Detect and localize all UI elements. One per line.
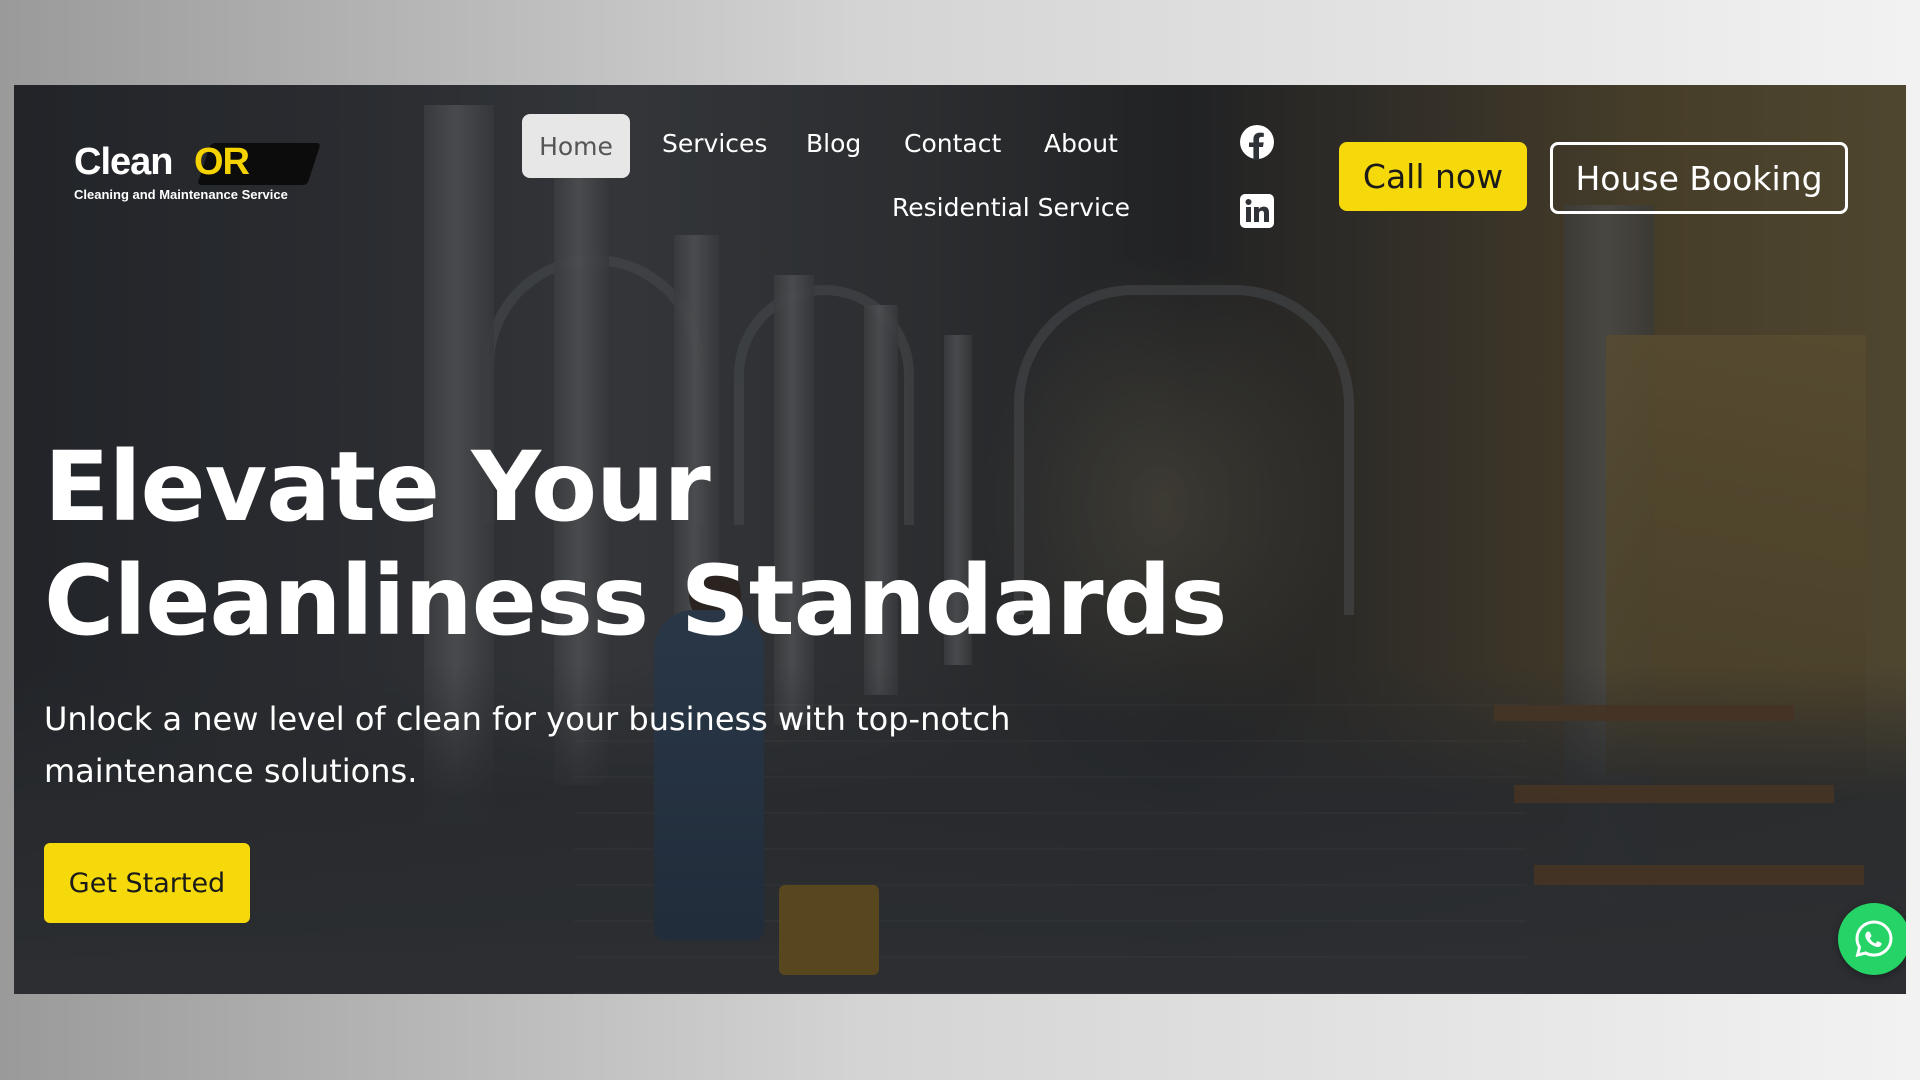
site-logo[interactable]: Clean OR Cleaning and Maintenance Servic… <box>74 141 324 211</box>
logo-name-clean: Clean <box>74 141 173 183</box>
hero-title-line-2: Cleanliness Standards <box>44 545 1227 657</box>
hero-subtitle-line-1: Unlock a new level of clean for your bus… <box>44 700 1011 738</box>
nav-item-services[interactable]: Services <box>662 129 767 158</box>
linkedin-icon[interactable] <box>1237 191 1277 231</box>
nav-item-blog[interactable]: Blog <box>806 129 861 158</box>
call-now-button[interactable]: Call now <box>1339 142 1527 211</box>
get-started-button[interactable]: Get Started <box>44 843 250 923</box>
house-booking-button[interactable]: House Booking <box>1550 142 1848 214</box>
nav-item-about[interactable]: About <box>1044 129 1118 158</box>
hero-subtitle: Unlock a new level of clean for your bus… <box>44 693 1064 797</box>
logo-name-or: OR <box>194 141 250 183</box>
hero-subtitle-line-2: maintenance solutions. <box>44 752 418 790</box>
whatsapp-icon[interactable] <box>1838 903 1906 975</box>
nav-item-contact[interactable]: Contact <box>904 129 1001 158</box>
logo-tagline: Cleaning and Maintenance Service <box>74 187 288 202</box>
linkedin-icon-glyph <box>1240 194 1274 228</box>
nav-item-residential-service[interactable]: Residential Service <box>892 193 1130 222</box>
facebook-icon[interactable] <box>1237 122 1277 162</box>
hero-section: Clean OR Cleaning and Maintenance Servic… <box>14 85 1906 994</box>
hero-title-line-1: Elevate Your <box>44 431 711 543</box>
nav-item-home[interactable]: Home <box>522 114 630 178</box>
facebook-icon-glyph <box>1240 125 1274 160</box>
whatsapp-icon-glyph <box>1855 920 1893 958</box>
hero-title: Elevate Your Cleanliness Standards <box>44 430 1244 658</box>
